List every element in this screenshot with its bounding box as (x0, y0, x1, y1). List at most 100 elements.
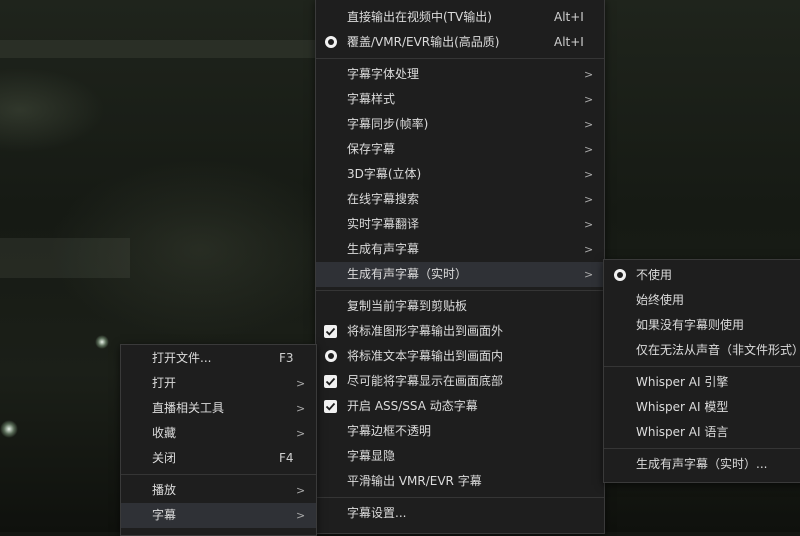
background-light (0, 420, 18, 438)
menu-item-label: 尽可能将字幕显示在画面底部 (347, 374, 504, 388)
menu-item-close[interactable]: 关闭 F4 (121, 446, 316, 471)
menu-item-label: 字幕设置... (347, 506, 407, 520)
checkmark-icon (324, 400, 337, 413)
menu-item-label: 生成有声字幕 (347, 242, 420, 256)
menu-item-label: 直接输出在视频中(TV输出) (347, 10, 492, 24)
menu-item-open[interactable]: 打开 > (121, 371, 316, 396)
menu-item-label: 保存字幕 (347, 142, 396, 156)
menu-separator (604, 366, 800, 367)
menu-item-label: 字幕字体处理 (347, 67, 420, 81)
menu-item-overlay-output[interactable]: 覆盖/VMR/EVR输出(高品质) Alt+I (316, 30, 604, 55)
menu-item-label: 直播相关工具 (152, 401, 225, 415)
chevron-right-icon: > (296, 427, 306, 440)
submenu-item-whisper-model[interactable]: Whisper AI 模型 (604, 395, 800, 420)
submenu-item-disabled[interactable]: 不使用 (604, 263, 800, 288)
menu-item-label: 生成有声字幕（实时） (347, 267, 468, 281)
checkmark-icon (324, 375, 337, 388)
chevron-right-icon: > (584, 168, 594, 181)
menu-item-label: Whisper AI 模型 (636, 400, 729, 414)
realtime-audio-subtitle-submenu: 不使用 始终使用 如果没有字幕则使用 仅在无法从声音（非文件形式） Whispe… (603, 259, 800, 483)
menu-item-label: 将标准文本字幕输出到画面内 (347, 349, 504, 363)
menu-item-label: 字幕样式 (347, 92, 396, 106)
menu-item-3d-subtitle[interactable]: 3D字幕(立体) > (316, 162, 604, 187)
submenu-item-if-no-subtitle[interactable]: 如果没有字幕则使用 (604, 313, 800, 338)
menu-item-label: 字幕边框不透明 (347, 424, 432, 438)
checkmark-icon (324, 325, 337, 338)
submenu-item-whisper-language[interactable]: Whisper AI 语言 (604, 420, 800, 445)
menu-item-label: 生成有声字幕（实时）... (636, 457, 768, 471)
menu-item-subtitle[interactable]: 字幕 > (121, 503, 316, 528)
menu-item-opaque-border[interactable]: 字幕边框不透明 (316, 419, 604, 444)
menu-item-label: 始终使用 (636, 293, 685, 307)
menu-item-label: 字幕显隐 (347, 449, 396, 463)
menu-item-subtitle-bottom[interactable]: 尽可能将字幕显示在画面底部 (316, 369, 604, 394)
radio-selected-icon (325, 36, 337, 48)
submenu-item-generate-realtime[interactable]: 生成有声字幕（实时）... (604, 452, 800, 477)
chevron-right-icon: > (584, 68, 594, 81)
menu-item-label: 在线字幕搜索 (347, 192, 420, 206)
menu-item-smooth-vmr-evr[interactable]: 平滑输出 VMR/EVR 字幕 (316, 469, 604, 494)
menu-item-label: 不使用 (636, 268, 673, 282)
chevron-right-icon: > (584, 193, 594, 206)
chevron-right-icon: > (584, 268, 594, 281)
chevron-right-icon: > (584, 243, 594, 256)
subtitle-context-menu: 直接输出在视频中(TV输出) Alt+I 覆盖/VMR/EVR输出(高品质) A… (315, 0, 605, 534)
chevron-right-icon: > (296, 509, 306, 522)
chevron-right-icon: > (584, 218, 594, 231)
radio-selected-icon (614, 269, 626, 281)
menu-item-ass-ssa-dynamic[interactable]: 开启 ASS/SSA 动态字幕 (316, 394, 604, 419)
menu-item-label: 平滑输出 VMR/EVR 字幕 (347, 474, 482, 488)
menu-item-generate-audio-subtitle-realtime[interactable]: 生成有声字幕（实时） > (316, 262, 604, 287)
menu-item-shortcut: Alt+I (554, 35, 584, 49)
submenu-item-whisper-engine[interactable]: Whisper AI 引擎 (604, 370, 800, 395)
menu-item-label: 字幕同步(帧率) (347, 117, 429, 131)
menu-item-label: 仅在无法从声音（非文件形式） (636, 343, 800, 357)
menu-item-label: 如果没有字幕则使用 (636, 318, 745, 332)
chevron-right-icon: > (296, 402, 306, 415)
menu-item-subtitle-sync[interactable]: 字幕同步(帧率) > (316, 112, 604, 137)
menu-item-graphic-subtitle-outside[interactable]: 将标准图形字幕输出到画面外 (316, 319, 604, 344)
menu-item-label: 复制当前字幕到剪贴板 (347, 299, 468, 313)
menu-item-save-subtitle[interactable]: 保存字幕 > (316, 137, 604, 162)
menu-item-copy-subtitle[interactable]: 复制当前字幕到剪贴板 (316, 294, 604, 319)
chevron-right-icon: > (584, 143, 594, 156)
menu-item-label: 覆盖/VMR/EVR输出(高品质) (347, 35, 500, 49)
menu-item-shortcut: F3 (279, 351, 294, 365)
menu-item-realtime-translate[interactable]: 实时字幕翻译 > (316, 212, 604, 237)
menu-separator (316, 497, 604, 498)
menu-item-generate-audio-subtitle[interactable]: 生成有声字幕 > (316, 237, 604, 262)
menu-item-subtitle-style[interactable]: 字幕样式 > (316, 87, 604, 112)
menu-item-online-search[interactable]: 在线字幕搜索 > (316, 187, 604, 212)
menu-separator (604, 448, 800, 449)
menu-item-label: 播放 (152, 483, 177, 497)
chevron-right-icon: > (296, 484, 306, 497)
menu-item-label: 关闭 (152, 451, 177, 465)
menu-item-subtitle-font[interactable]: 字幕字体处理 > (316, 62, 604, 87)
background-light (95, 335, 109, 349)
menu-item-label: 开启 ASS/SSA 动态字幕 (347, 399, 478, 413)
menu-item-live-tools[interactable]: 直播相关工具 > (121, 396, 316, 421)
submenu-item-only-non-file[interactable]: 仅在无法从声音（非文件形式） (604, 338, 800, 363)
main-context-menu: 打开文件... F3 打开 > 直播相关工具 > 收藏 > 关闭 F4 播放 >… (120, 344, 317, 536)
menu-separator (316, 290, 604, 291)
menu-separator (316, 58, 604, 59)
menu-item-subtitle-settings[interactable]: 字幕设置... (316, 501, 604, 526)
menu-item-label: Whisper AI 引擎 (636, 375, 729, 389)
menu-item-label: Whisper AI 语言 (636, 425, 729, 439)
menu-item-playback[interactable]: 播放 > (121, 478, 316, 503)
background-stripe (0, 40, 320, 58)
menu-item-text-subtitle-inside[interactable]: 将标准文本字幕输出到画面内 (316, 344, 604, 369)
menu-item-shortcut: Alt+I (554, 10, 584, 24)
menu-item-favorites[interactable]: 收藏 > (121, 421, 316, 446)
background-stripe (0, 238, 130, 278)
radio-selected-icon (325, 350, 337, 362)
menu-item-label: 字幕 (152, 508, 177, 522)
menu-item-tv-output[interactable]: 直接输出在视频中(TV输出) Alt+I (316, 5, 604, 30)
menu-item-open-file[interactable]: 打开文件... F3 (121, 346, 316, 371)
submenu-item-always[interactable]: 始终使用 (604, 288, 800, 313)
menu-item-label: 3D字幕(立体) (347, 167, 422, 181)
chevron-right-icon: > (584, 93, 594, 106)
menu-item-toggle-subtitle[interactable]: 字幕显隐 (316, 444, 604, 469)
menu-item-label: 打开文件... (152, 351, 212, 365)
menu-item-shortcut: F4 (279, 451, 294, 465)
